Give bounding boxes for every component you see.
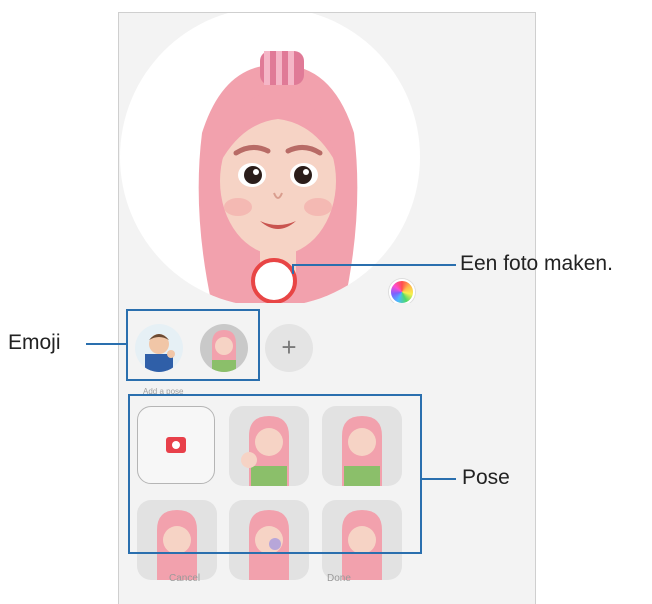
pose-callout-line <box>420 478 456 480</box>
color-palette-icon[interactable] <box>389 279 415 305</box>
emoji-callout: Emoji <box>8 331 61 354</box>
emoji-callout-box <box>126 309 260 381</box>
take-photo-callout-line <box>292 264 456 266</box>
take-photo-callout: Een foto maken. <box>460 252 613 275</box>
cancel-button[interactable]: Cancel <box>169 573 200 584</box>
pose-callout-box <box>128 394 422 554</box>
done-button[interactable]: Done <box>327 573 351 584</box>
emoji-callout-line <box>86 343 126 345</box>
pose-callout: Pose <box>462 466 510 489</box>
shutter-button[interactable] <box>251 258 297 304</box>
add-emoji-button[interactable]: + <box>265 324 313 372</box>
take-photo-callout-line-vertical <box>292 264 294 274</box>
